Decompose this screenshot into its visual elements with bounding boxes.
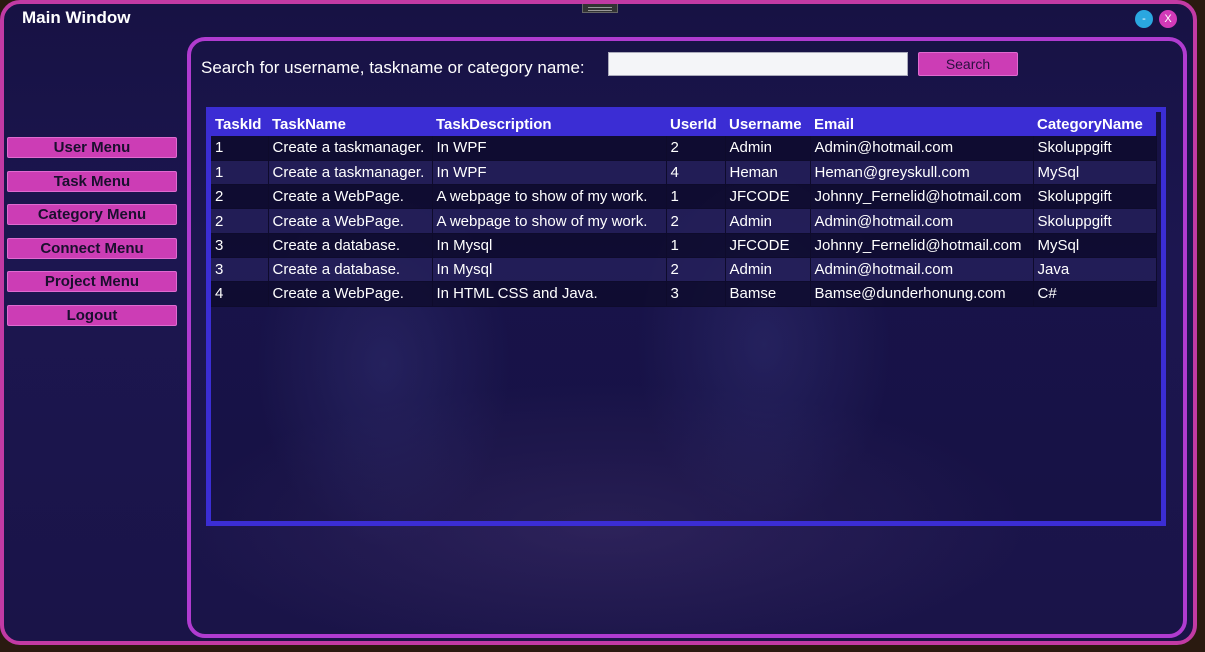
cell-email[interactable]: Admin@hotmail.com xyxy=(810,208,1034,234)
connect-menu-button[interactable]: Connect Menu xyxy=(7,237,177,259)
table-row[interactable]: 2 Create a WebPage. A webpage to show of… xyxy=(211,208,1157,234)
minimize-button[interactable]: - xyxy=(1135,10,1153,28)
cell-taskname[interactable]: Create a WebPage. xyxy=(268,208,433,234)
table-row[interactable]: 4 Create a WebPage. In HTML CSS and Java… xyxy=(211,281,1157,307)
user-menu-button[interactable]: User Menu xyxy=(7,137,177,158)
cell-taskid[interactable]: 3 xyxy=(211,233,269,258)
cell-email[interactable]: Admin@hotmail.com xyxy=(810,136,1034,161)
main-window: Main Window - X User Menu Task Menu Cate… xyxy=(0,0,1197,645)
project-menu-button[interactable]: Project Menu xyxy=(7,271,177,292)
table-row[interactable]: 2 Create a WebPage. A webpage to show of… xyxy=(211,184,1157,210)
cell-taskdescription[interactable]: A webpage to show of my work. xyxy=(432,184,667,210)
cell-username[interactable]: JFCODE xyxy=(725,233,811,258)
column-header-username[interactable]: Username xyxy=(725,112,810,136)
cell-userid[interactable]: 4 xyxy=(666,160,726,186)
search-input[interactable] xyxy=(608,52,908,76)
cell-taskid[interactable]: 1 xyxy=(211,136,269,161)
cell-taskname[interactable]: Create a WebPage. xyxy=(268,184,433,210)
cell-email[interactable]: Bamse@dunderhonung.com xyxy=(810,281,1034,307)
column-header-email[interactable]: Email xyxy=(810,112,1033,136)
logout-button[interactable]: Logout xyxy=(7,304,177,326)
cell-userid[interactable]: 2 xyxy=(666,136,726,161)
cell-email[interactable]: Admin@hotmail.com xyxy=(810,257,1034,283)
column-header-taskname[interactable]: TaskName xyxy=(268,112,432,136)
cell-username[interactable]: Admin xyxy=(725,257,811,283)
cell-taskid[interactable]: 3 xyxy=(211,257,269,283)
cell-taskname[interactable]: Create a taskmanager. xyxy=(268,136,433,161)
cell-userid[interactable]: 1 xyxy=(666,233,726,258)
cell-taskdescription[interactable]: In WPF xyxy=(432,160,667,186)
cell-taskid[interactable]: 2 xyxy=(211,208,269,234)
table-row[interactable]: 1 Create a taskmanager. In WPF 2 Admin A… xyxy=(211,136,1157,161)
table-header-row: TaskId TaskName TaskDescription UserId U… xyxy=(211,112,1156,136)
column-header-taskid[interactable]: TaskId xyxy=(211,112,268,136)
search-label: Search for username, taskname or categor… xyxy=(201,58,585,77)
column-header-userid[interactable]: UserId xyxy=(666,112,725,136)
tasks-table: TaskId TaskName TaskDescription UserId U… xyxy=(211,112,1157,307)
cell-taskid[interactable]: 4 xyxy=(211,281,269,307)
cell-categoryname[interactable]: Skoluppgift xyxy=(1033,184,1157,210)
column-header-taskdescription[interactable]: TaskDescription xyxy=(432,112,666,136)
column-header-categoryname[interactable]: CategoryName xyxy=(1033,112,1156,136)
table-row[interactable]: 1 Create a taskmanager. In WPF 4 Heman H… xyxy=(211,160,1157,186)
cell-taskdescription[interactable]: A webpage to show of my work. xyxy=(432,208,667,234)
cell-taskdescription[interactable]: In HTML CSS and Java. xyxy=(432,281,667,307)
cell-username[interactable]: Admin xyxy=(725,136,811,161)
cell-taskid[interactable]: 2 xyxy=(211,184,269,210)
cell-userid[interactable]: 1 xyxy=(666,184,726,210)
cell-categoryname[interactable]: Skoluppgift xyxy=(1033,136,1157,161)
table-row[interactable]: 3 Create a database. In Mysql 1 JFCODE J… xyxy=(211,233,1157,258)
category-menu-button[interactable]: Category Menu xyxy=(7,204,177,225)
search-button[interactable]: Search xyxy=(918,52,1018,76)
cell-taskid[interactable]: 1 xyxy=(211,160,269,186)
cell-categoryname[interactable]: MySql xyxy=(1033,233,1157,258)
tasks-data-grid[interactable]: TaskId TaskName TaskDescription UserId U… xyxy=(206,107,1166,526)
cell-taskdescription[interactable]: In Mysql xyxy=(432,233,667,258)
cell-taskdescription[interactable]: In WPF xyxy=(432,136,667,161)
cell-userid[interactable]: 2 xyxy=(666,208,726,234)
cell-userid[interactable]: 3 xyxy=(666,281,726,307)
cell-categoryname[interactable]: MySql xyxy=(1033,160,1157,186)
cell-username[interactable]: Bamse xyxy=(725,281,811,307)
cell-userid[interactable]: 2 xyxy=(666,257,726,283)
cell-categoryname[interactable]: Skoluppgift xyxy=(1033,208,1157,234)
cell-username[interactable]: Admin xyxy=(725,208,811,234)
cell-email[interactable]: Heman@greyskull.com xyxy=(810,160,1034,186)
cell-username[interactable]: JFCODE xyxy=(725,184,811,210)
cell-categoryname[interactable]: C# xyxy=(1033,281,1157,307)
task-menu-button[interactable]: Task Menu xyxy=(7,170,177,192)
cell-taskname[interactable]: Create a database. xyxy=(268,233,433,258)
cell-email[interactable]: Johnny_Fernelid@hotmail.com xyxy=(810,184,1034,210)
close-button[interactable]: X xyxy=(1159,10,1177,28)
cell-taskname[interactable]: Create a database. xyxy=(268,257,433,283)
window-title: Main Window xyxy=(22,8,131,27)
cell-username[interactable]: Heman xyxy=(725,160,811,186)
cell-email[interactable]: Johnny_Fernelid@hotmail.com xyxy=(810,233,1034,258)
table-row[interactable]: 3 Create a database. In Mysql 2 Admin Ad… xyxy=(211,257,1157,283)
drag-grip-icon[interactable] xyxy=(582,4,618,13)
cell-categoryname[interactable]: Java xyxy=(1033,257,1157,283)
cell-taskdescription[interactable]: In Mysql xyxy=(432,257,667,283)
cell-taskname[interactable]: Create a taskmanager. xyxy=(268,160,433,186)
sidebar-menu: User Menu Task Menu Category Menu Connec… xyxy=(7,137,179,338)
cell-taskname[interactable]: Create a WebPage. xyxy=(268,281,433,307)
